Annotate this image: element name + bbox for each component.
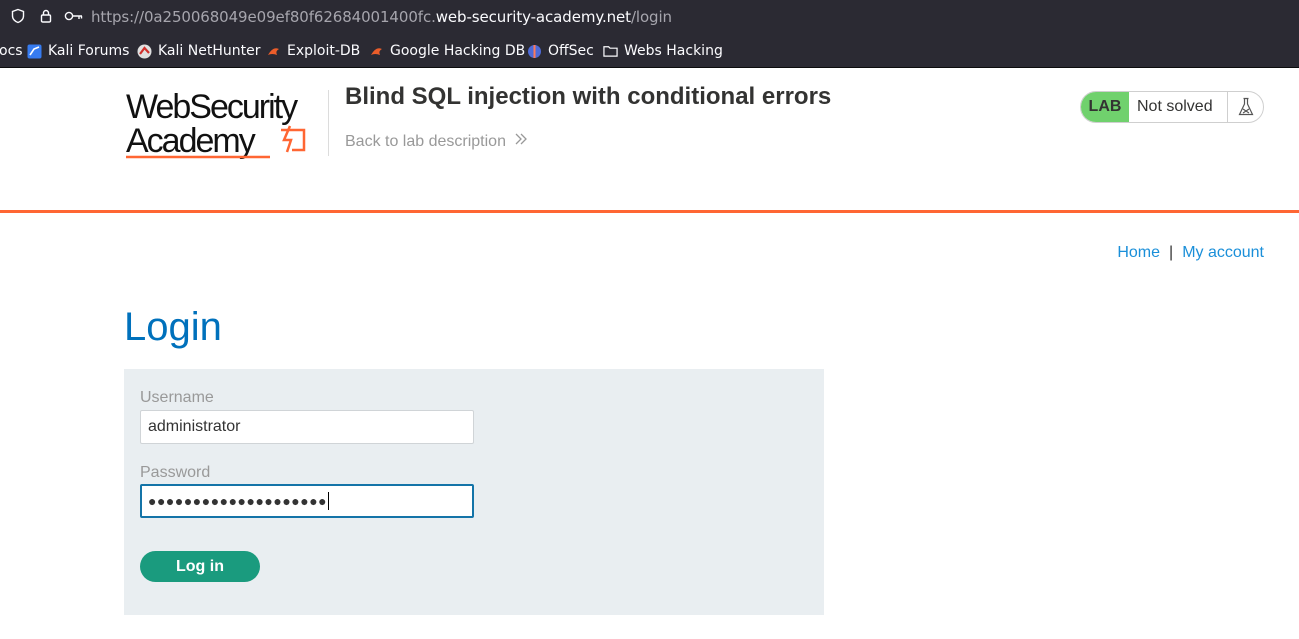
web-security-academy-logo[interactable]: WebSecurity Academy <box>124 88 328 162</box>
ghdb-icon <box>369 44 384 59</box>
login-form: Username administrator Password ●●●●●●●●… <box>124 369 824 615</box>
logo-line2: Academy <box>126 122 256 160</box>
logo-divider <box>328 90 329 156</box>
bookmark-offsec[interactable]: OffSec <box>527 43 594 59</box>
login-button[interactable]: Log in <box>140 551 260 582</box>
nav-my-account-link[interactable]: My account <box>1182 244 1264 261</box>
lab-title: Blind SQL injection with conditional err… <box>345 83 832 110</box>
nav-separator: | <box>1169 244 1174 261</box>
shield-icon[interactable] <box>9 7 27 25</box>
url-field[interactable]: https://0a250068049e09ef80f62684001400fc… <box>91 8 672 26</box>
password-field[interactable]: ●●●●●●●●●●●●●●●●●●●● <box>140 484 474 518</box>
logo-line1: WebSecurity <box>126 88 298 126</box>
bookmark-docs[interactable]: ocs <box>0 43 23 59</box>
exploit-db-icon <box>266 44 281 59</box>
username-field[interactable]: administrator <box>140 410 474 444</box>
bookmark-google-hacking-db[interactable]: Google Hacking DB <box>369 43 525 59</box>
bookmark-kali-forums[interactable]: Kali Forums <box>27 43 129 59</box>
bookmark-webs-hacking-folder[interactable]: Webs Hacking <box>603 43 723 59</box>
lock-icon[interactable] <box>37 7 55 25</box>
double-chevron-right-icon <box>514 132 528 151</box>
bookmark-label: Kali Forums <box>48 43 130 59</box>
lab-status-widget: LAB Not solved <box>1080 91 1264 123</box>
password-label: Password <box>140 464 211 481</box>
key-icon[interactable] <box>64 7 84 25</box>
header-divider <box>0 210 1299 213</box>
flask-icon <box>1228 92 1263 122</box>
bookmark-exploit-db[interactable]: Exploit-DB <box>266 43 360 59</box>
username-value: administrator <box>148 418 241 435</box>
lab-tag: LAB <box>1081 92 1129 122</box>
kali-forums-icon <box>27 44 42 59</box>
offsec-icon <box>527 44 542 59</box>
url-path: /login <box>630 8 672 26</box>
bookmark-label: Webs Hacking <box>624 43 723 59</box>
bookmarks-toolbar: ocs Kali Forums Kali NetHunter Exploit-D… <box>0 33 1299 68</box>
nav-home-link[interactable]: Home <box>1117 244 1160 261</box>
back-link-label: Back to lab description <box>345 132 506 150</box>
page-title: Login <box>124 305 222 349</box>
password-masked-value: ●●●●●●●●●●●●●●●●●●●● <box>148 493 328 509</box>
browser-url-bar[interactable]: https://0a250068049e09ef80f62684001400fc… <box>0 0 1299 33</box>
url-prefix: https://0a250068049e09ef80f62684001400fc… <box>91 8 436 26</box>
text-caret <box>328 492 330 510</box>
lab-status-text: Not solved <box>1129 92 1228 122</box>
bookmark-label: Google Hacking DB <box>390 43 526 59</box>
folder-icon <box>603 44 618 59</box>
bookmark-label: OffSec <box>548 43 594 59</box>
bookmark-label: Exploit-DB <box>287 43 361 59</box>
url-host: web-security-academy.net <box>435 8 631 26</box>
bookmark-label: ocs <box>0 43 23 59</box>
back-to-lab-description-link[interactable]: Back to lab description <box>345 132 528 151</box>
username-label: Username <box>140 389 214 406</box>
bookmark-label: Kali NetHunter <box>158 43 261 59</box>
kali-nethunter-icon <box>137 44 152 59</box>
bookmark-kali-nethunter[interactable]: Kali NetHunter <box>137 43 260 59</box>
top-nav: Home | My account <box>1117 244 1264 262</box>
